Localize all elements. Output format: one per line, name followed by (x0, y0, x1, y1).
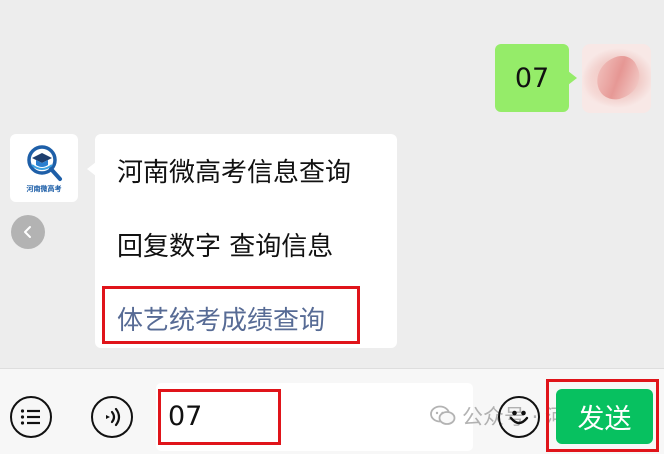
input-bar: 07 公众号 · 河南微 发送 (0, 368, 664, 454)
voice-icon (106, 407, 121, 427)
menu-button[interactable] (10, 396, 52, 438)
emoji-button[interactable] (498, 396, 540, 438)
menu-icon (20, 409, 40, 425)
chat-area: 07 河南微高考 河南微高考信息查询 回复数字 查询信息 体艺统考成绩查询 (0, 0, 664, 368)
avatar-caption: 河南微高考 (26, 183, 62, 193)
back-button[interactable] (11, 215, 45, 249)
message-line-instruction: 回复数字 查询信息 (117, 232, 334, 262)
outgoing-message: 07 (495, 44, 651, 113)
outgoing-text: 07 (514, 62, 550, 94)
voice-button[interactable] (91, 396, 133, 438)
back-icon (24, 226, 31, 238)
user-avatar[interactable] (582, 44, 651, 113)
message-line-title: 河南微高考信息查询 (117, 158, 352, 188)
graduation-cap-logo-icon (27, 144, 62, 181)
input-highlight-box (158, 389, 281, 445)
send-label: 发送 (577, 404, 632, 435)
send-button[interactable]: 发送 (556, 389, 653, 444)
message-input[interactable]: 07 (156, 383, 473, 451)
wechat-icon (430, 405, 456, 425)
official-account-avatar[interactable]: 河南微高考 (10, 134, 78, 202)
emoji-icon (509, 410, 529, 425)
score-query-link[interactable]: 体艺统考成绩查询 (117, 300, 325, 337)
outgoing-bubble[interactable]: 07 (495, 44, 577, 112)
incoming-bubble: 河南微高考信息查询 回复数字 查询信息 体艺统考成绩查询 (87, 134, 397, 348)
